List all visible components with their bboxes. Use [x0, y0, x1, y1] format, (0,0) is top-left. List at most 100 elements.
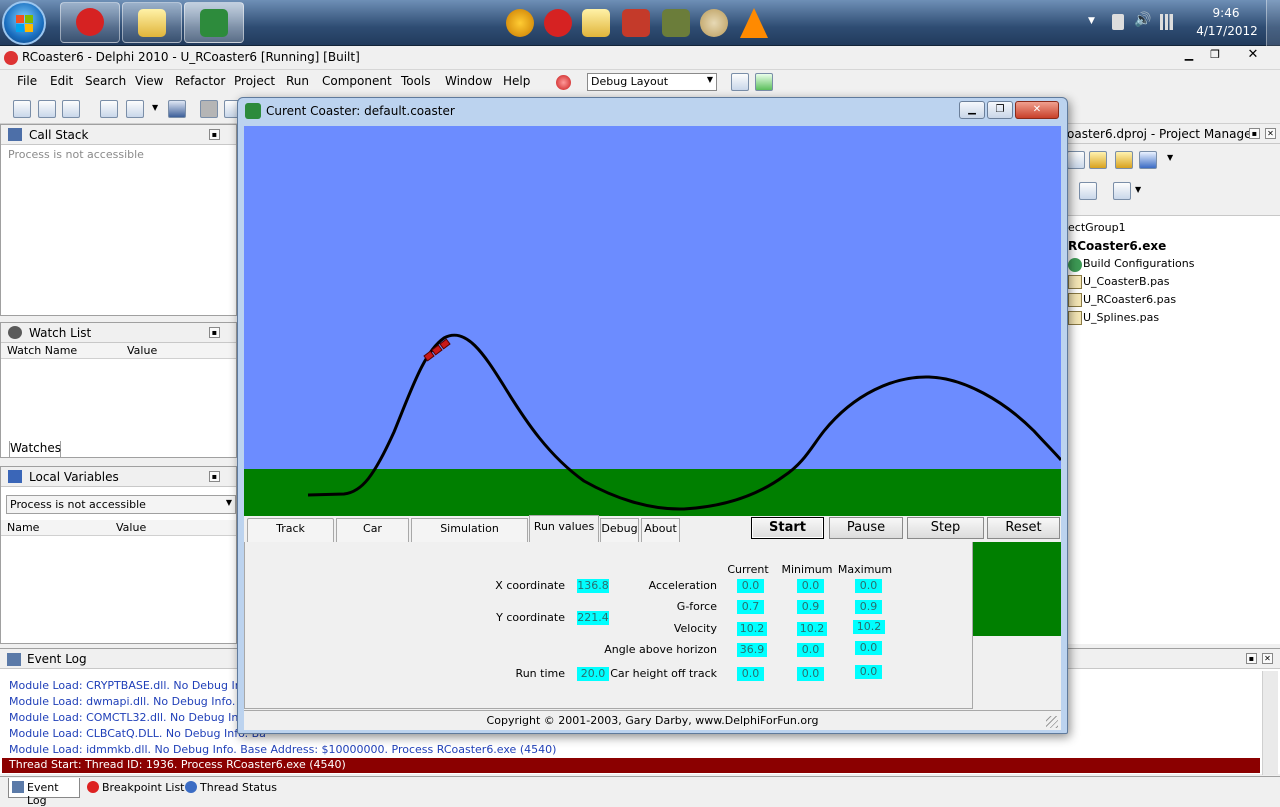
reset-button[interactable]: Reset: [987, 517, 1060, 539]
taskbar-app-1[interactable]: [60, 2, 120, 43]
file-splines-item[interactable]: U_Splines.pas: [1083, 311, 1159, 324]
watch-value-column[interactable]: Value: [127, 344, 157, 357]
file-rcoaster6-item[interactable]: U_RCoaster6.pas: [1083, 293, 1176, 306]
local-variables-combo[interactable]: Process is not accessible ▼: [6, 495, 236, 514]
car-height-min: 0.0: [797, 667, 824, 681]
watch-name-column[interactable]: Watch Name: [7, 344, 77, 357]
car-height-max: 0.0: [855, 665, 882, 679]
close-icon[interactable]: ✕: [1262, 653, 1273, 664]
menu-project[interactable]: Project: [234, 74, 275, 88]
tab-debug[interactable]: Debug: [600, 518, 639, 542]
minimum-column-title: Minimum: [781, 563, 833, 576]
show-desktop-button[interactable]: [1266, 0, 1280, 46]
coaster-statusbar: Copyright © 2001-2003, Gary Darby, www.D…: [244, 710, 1061, 730]
current-column-title: Current: [727, 563, 769, 576]
usb-icon[interactable]: [1112, 14, 1124, 30]
pin-icon[interactable]: ▪: [1249, 128, 1260, 139]
sync-icon[interactable]: [1079, 182, 1097, 200]
call-stack-header: Call Stack ▪: [1, 125, 236, 145]
save-desktop-icon[interactable]: [731, 73, 749, 91]
clock-time[interactable]: 9:46: [1198, 6, 1254, 20]
add-file-icon[interactable]: [126, 100, 144, 118]
pin-icon[interactable]: ▪: [1246, 653, 1257, 664]
taskbar-app-3[interactable]: [184, 2, 244, 43]
ide-minimize-button[interactable]: ▁: [1178, 48, 1200, 64]
menu-tools[interactable]: Tools: [401, 74, 431, 88]
tab-breakpoint-list[interactable]: Breakpoint List: [84, 778, 184, 798]
tab-run-values[interactable]: Run values: [529, 515, 599, 543]
menu-component[interactable]: Component: [322, 74, 392, 88]
ide-maximize-button[interactable]: ❐: [1204, 48, 1226, 64]
clock-date[interactable]: 4/17/2012: [1196, 24, 1258, 38]
menu-file[interactable]: File: [17, 74, 37, 88]
g-force-min: 0.9: [797, 600, 824, 614]
tools-icon[interactable]: [662, 9, 690, 37]
menu-search[interactable]: Search: [85, 74, 126, 88]
vlc-cone-icon[interactable]: [740, 8, 768, 38]
car-height-label: Car height off track: [610, 667, 717, 680]
tab-simulation-parameters[interactable]: Simulation parameters: [411, 518, 528, 555]
temple-icon[interactable]: [544, 9, 572, 37]
debug-desktop-icon[interactable]: [755, 73, 773, 91]
tab-car-properties[interactable]: Car properties: [336, 518, 409, 555]
file-coasterb-item[interactable]: U_CoasterB.pas: [1083, 275, 1170, 288]
name-column[interactable]: Name: [7, 521, 39, 534]
chevron-down-icon[interactable]: ▼: [152, 103, 158, 112]
tab-about[interactable]: About: [641, 518, 680, 542]
folder-icon[interactable]: [582, 9, 610, 37]
menu-run[interactable]: Run: [286, 74, 309, 88]
local-variables-columns: Name Value: [1, 520, 236, 536]
aimp-icon[interactable]: [506, 9, 534, 37]
pin-icon[interactable]: ▪: [209, 129, 220, 140]
network-icon[interactable]: [1160, 14, 1176, 30]
list-view-icon[interactable]: [1113, 182, 1131, 200]
pin-icon[interactable]: ▪: [209, 471, 220, 482]
menu-refactor[interactable]: Refactor: [175, 74, 225, 88]
close-icon[interactable]: ✕: [1265, 128, 1276, 139]
help-globe-icon[interactable]: [556, 75, 571, 90]
pin-icon[interactable]: ▪: [209, 327, 220, 338]
open-project-icon[interactable]: [100, 100, 118, 118]
coaster-maximize-button[interactable]: ❐: [987, 101, 1013, 119]
paint-palette-icon[interactable]: [700, 9, 728, 37]
book-icon[interactable]: [622, 9, 650, 37]
tab-thread-status[interactable]: Thread Status: [182, 778, 277, 798]
menu-window[interactable]: Window: [445, 74, 492, 88]
value-column[interactable]: Value: [116, 521, 146, 534]
layout-select[interactable]: Debug Layout ▼: [587, 73, 717, 91]
tab-event-log[interactable]: Event Log: [8, 778, 80, 807]
new-project-icon[interactable]: [1089, 151, 1107, 169]
coaster-close-button[interactable]: ✕: [1015, 101, 1059, 119]
save-icon[interactable]: [168, 100, 186, 118]
call-stack-title: Call Stack: [29, 128, 89, 142]
step-button[interactable]: Step: [907, 517, 984, 539]
volume-icon[interactable]: 🔊: [1134, 12, 1151, 28]
menu-view[interactable]: View: [135, 74, 163, 88]
event-log-scrollbar[interactable]: [1262, 671, 1278, 775]
tab-track-properties[interactable]: Track properties: [247, 518, 334, 555]
start-button[interactable]: Start: [751, 517, 824, 539]
project-exe-item[interactable]: RCoaster6.exe: [1068, 239, 1166, 253]
open-folder-icon[interactable]: [1115, 151, 1133, 169]
view-icon[interactable]: [1139, 151, 1157, 169]
project-group-item[interactable]: ectGroup1: [1068, 221, 1126, 234]
car-height-current: 0.0: [737, 667, 764, 681]
build-configurations-item[interactable]: Build Configurations: [1083, 257, 1194, 270]
pas-file-icon: [1068, 311, 1082, 325]
pause-button[interactable]: Pause: [829, 517, 903, 539]
start-button[interactable]: [2, 1, 46, 45]
new-icon[interactable]: [13, 100, 31, 118]
taskbar-app-2[interactable]: [122, 2, 182, 43]
tab-watches[interactable]: Watches: [9, 441, 61, 458]
open-icon[interactable]: [38, 100, 56, 118]
resize-grip-icon[interactable]: [1046, 716, 1058, 728]
coaster-minimize-button[interactable]: ▁: [959, 101, 985, 119]
chevron-down-icon[interactable]: ▼: [1135, 185, 1141, 194]
menu-help[interactable]: Help: [503, 74, 530, 88]
tray-expand-icon[interactable]: ▼: [1088, 16, 1095, 26]
activate-icon[interactable]: [1067, 151, 1085, 169]
save-all-icon[interactable]: [62, 100, 80, 118]
ide-close-button[interactable]: ✕: [1240, 47, 1266, 65]
menu-edit[interactable]: Edit: [50, 74, 73, 88]
chevron-down-icon[interactable]: ▼: [1167, 153, 1173, 162]
